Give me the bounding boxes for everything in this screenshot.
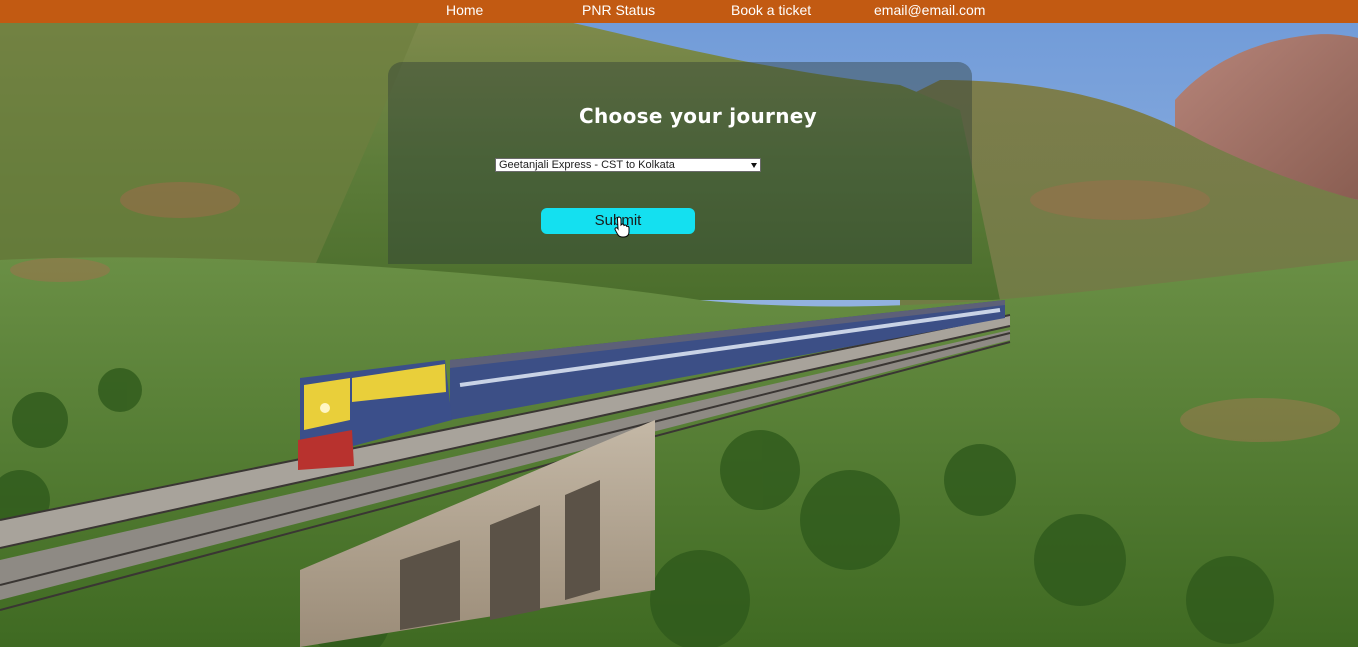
page: Home PNR Status Book a ticket email@emai… [0,0,1358,647]
nav-home-link[interactable]: Home [446,2,483,19]
nav-pnr-status-link[interactable]: PNR Status [582,2,655,19]
journey-title: Choose your journey [579,104,817,128]
hand-pointer-cursor-icon [614,216,630,238]
journey-select-value: Geetanjali Express - CST to Kolkata [499,159,675,171]
journey-panel: Choose your journey Geetanjali Express -… [388,62,972,264]
top-navbar: Home PNR Status Book a ticket email@emai… [0,0,1358,23]
journey-select[interactable]: Geetanjali Express - CST to Kolkata [495,158,761,172]
nav-email-link[interactable]: email@email.com [874,2,985,19]
chevron-down-icon [751,163,757,168]
nav-book-ticket-link[interactable]: Book a ticket [731,2,811,19]
